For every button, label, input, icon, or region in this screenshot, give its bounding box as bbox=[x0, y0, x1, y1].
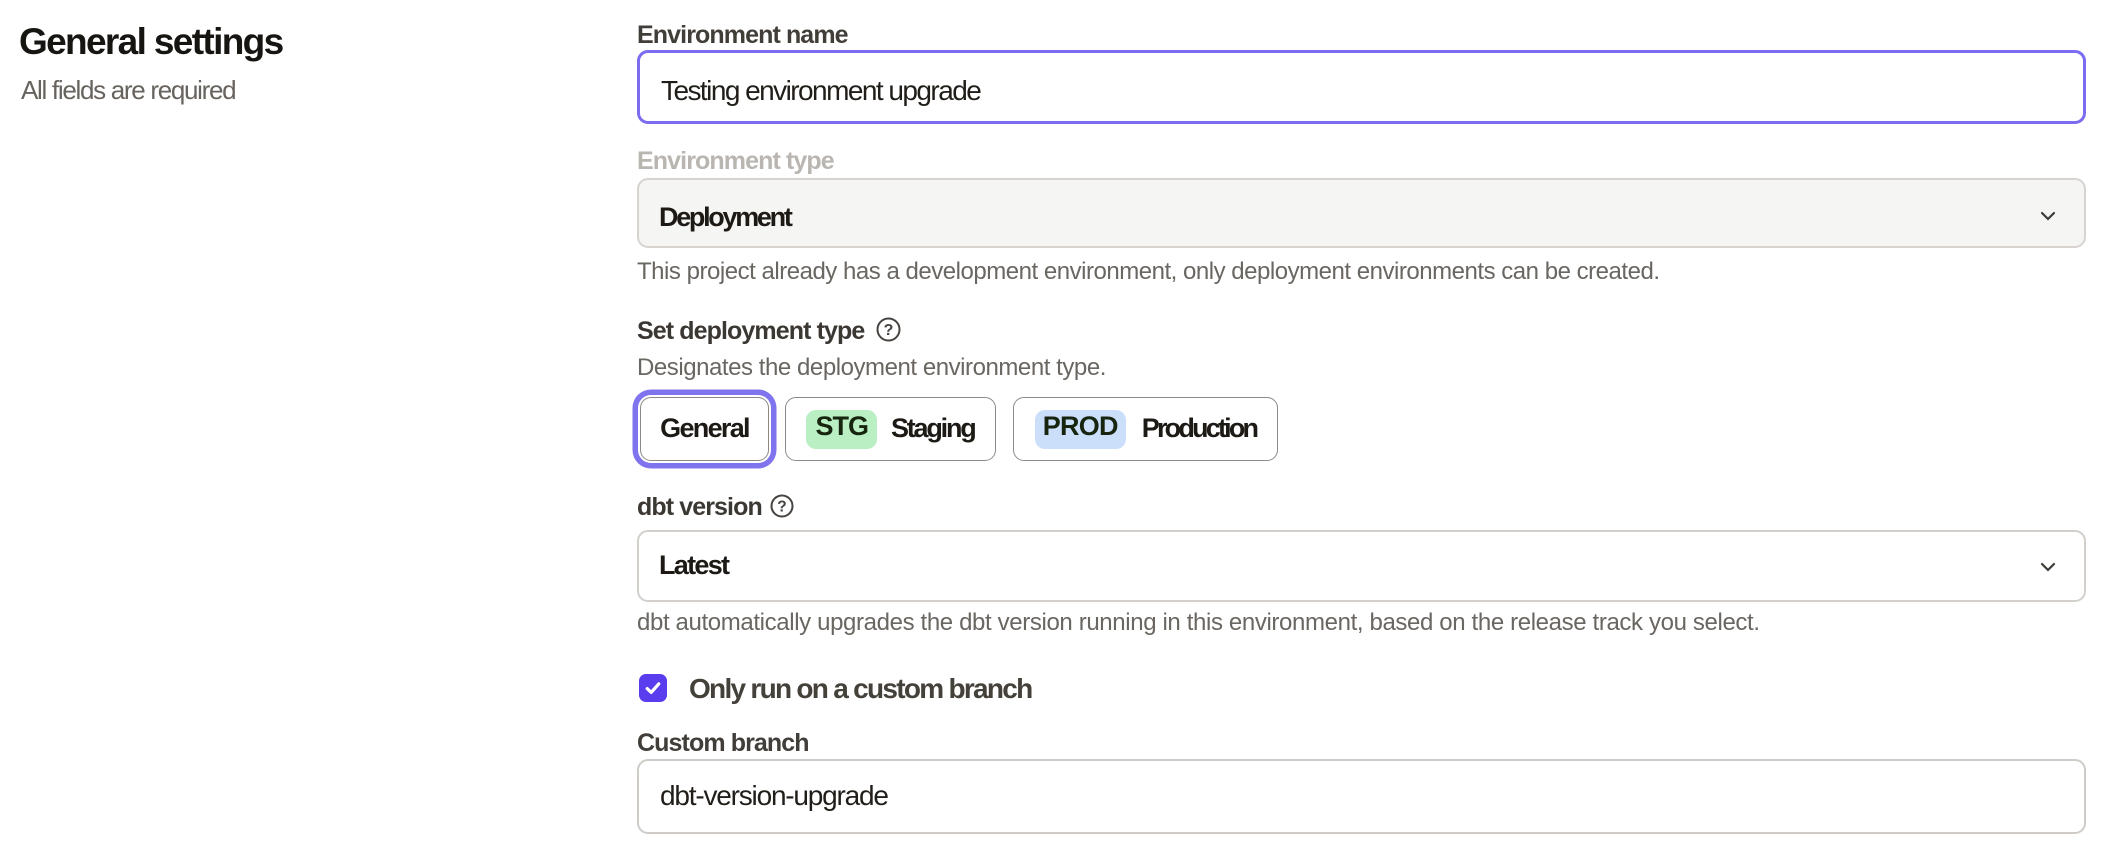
svg-text:?: ? bbox=[884, 322, 894, 339]
svg-text:?: ? bbox=[777, 499, 786, 516]
